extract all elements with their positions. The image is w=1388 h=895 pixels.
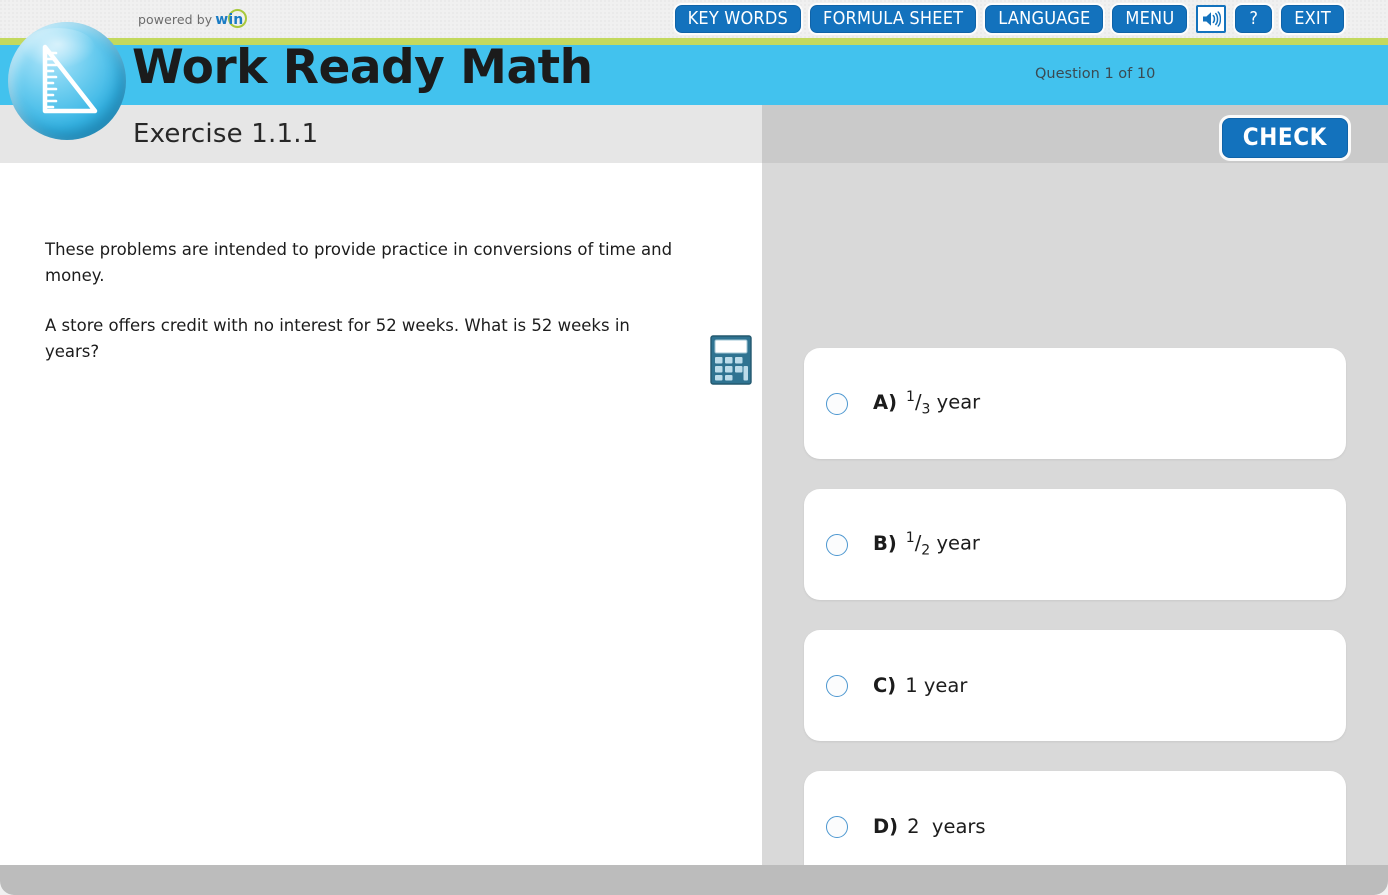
work-ready-math-app: powered by win KEY WORDS FORMULA SHEET LA… — [0, 0, 1388, 895]
option-b-unit: year — [936, 531, 980, 555]
answer-options-list: A) 1/3 year B) 1/2 year C) 1 year D) 2 y… — [804, 348, 1346, 882]
radio-button-c[interactable] — [826, 674, 848, 697]
answer-header: CHECK — [762, 105, 1388, 163]
answer-option-b-label: B) 1/2 year — [873, 530, 980, 558]
option-a-unit: year — [936, 390, 981, 414]
option-d-letter: D) — [873, 815, 899, 838]
exit-button[interactable]: EXIT — [1281, 5, 1344, 33]
option-b-letter: B) — [873, 531, 897, 555]
radio-button-a[interactable] — [826, 392, 848, 415]
check-button[interactable]: CHECK — [1221, 118, 1348, 158]
speaker-icon[interactable] — [1196, 5, 1227, 33]
answer-option-c-label: C) 1 year — [873, 674, 967, 697]
win-brand-mark: win — [215, 9, 248, 28]
question-counter: Question 1 of 10 — [1035, 66, 1156, 82]
answer-panel: CHECK A) 1/3 year B) 1/2 year C) 1 year … — [762, 105, 1388, 882]
option-d-value: 2 years — [907, 815, 986, 838]
answer-option-b[interactable]: B) 1/2 year — [804, 489, 1346, 600]
help-button[interactable]: ? — [1235, 5, 1273, 33]
exercise-title: Exercise 1.1.1 — [133, 119, 319, 149]
question-body: These problems are intended to provide p… — [0, 163, 762, 865]
answer-option-a[interactable]: A) 1/3 year — [804, 348, 1346, 459]
answer-option-a-label: A) 1/3 year — [873, 389, 980, 417]
option-c-letter: C) — [873, 674, 897, 697]
calculator-icon[interactable] — [710, 335, 752, 385]
radio-button-d[interactable] — [826, 815, 848, 838]
radio-button-b[interactable] — [826, 533, 848, 556]
option-b-value: 1/2 year — [905, 530, 980, 559]
top-utility-bar: powered by win KEY WORDS FORMULA SHEET LA… — [0, 0, 1388, 38]
answer-option-d-label: D) 2 years — [873, 815, 986, 838]
option-a-value: 1/3 year — [906, 389, 981, 418]
option-b-denominator: 2 — [921, 542, 931, 559]
option-a-letter: A) — [873, 390, 898, 414]
win-brand-text: win — [215, 12, 244, 28]
powered-by-logo: powered by win — [138, 9, 248, 28]
language-button[interactable]: LANGUAGE — [985, 5, 1104, 33]
question-panel: Exercise 1.1.1 These problems are intend… — [0, 105, 762, 865]
menu-button[interactable]: MENU — [1112, 5, 1188, 33]
option-a-denominator: 3 — [921, 401, 931, 418]
powered-by-label: powered by — [138, 12, 213, 27]
top-nav-buttons: KEY WORDS FORMULA SHEET LANGUAGE MENU ? … — [674, 5, 1344, 33]
answer-body: A) 1/3 year B) 1/2 year C) 1 year D) 2 y… — [762, 163, 1388, 882]
page-title: Work Ready Math — [132, 40, 593, 95]
option-b-numerator: 1 — [905, 530, 915, 547]
option-c-value: 1 year — [905, 674, 968, 697]
footer-bar — [0, 865, 1388, 895]
intro-text: These problems are intended to provide p… — [45, 240, 673, 285]
option-a-numerator: 1 — [906, 389, 915, 406]
answer-option-c[interactable]: C) 1 year — [804, 630, 1346, 741]
prompt-text: A store offers credit with no interest f… — [45, 316, 630, 361]
key-words-button[interactable]: KEY WORDS — [674, 5, 802, 33]
ruler-triangle-icon — [8, 22, 126, 140]
formula-sheet-button[interactable]: FORMULA SHEET — [810, 5, 977, 33]
content-panels: Exercise 1.1.1 These problems are intend… — [0, 105, 1388, 882]
